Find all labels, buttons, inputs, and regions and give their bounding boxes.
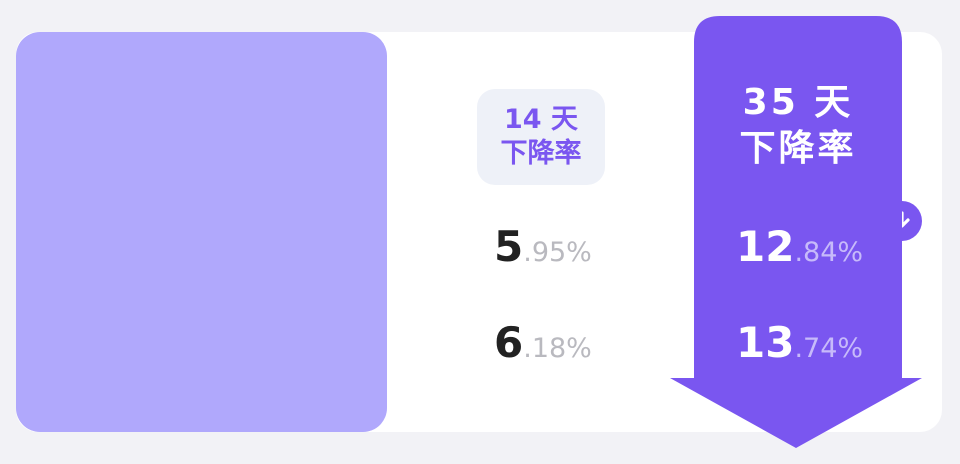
value-35-day-row1: 12 .84% [736, 222, 863, 271]
value-decimal: .74% [794, 333, 864, 364]
column-header-line1: 35 天 [742, 82, 854, 123]
value-decimal: .84% [794, 237, 864, 268]
value-35-day-row2: 13 .74% [736, 318, 863, 367]
value-integer: 12 [736, 222, 795, 271]
value-integer: 13 [736, 318, 795, 367]
column-header-35-day: 35 天 下降率 [694, 80, 902, 172]
column-header-line2: 下降率 [739, 128, 857, 169]
